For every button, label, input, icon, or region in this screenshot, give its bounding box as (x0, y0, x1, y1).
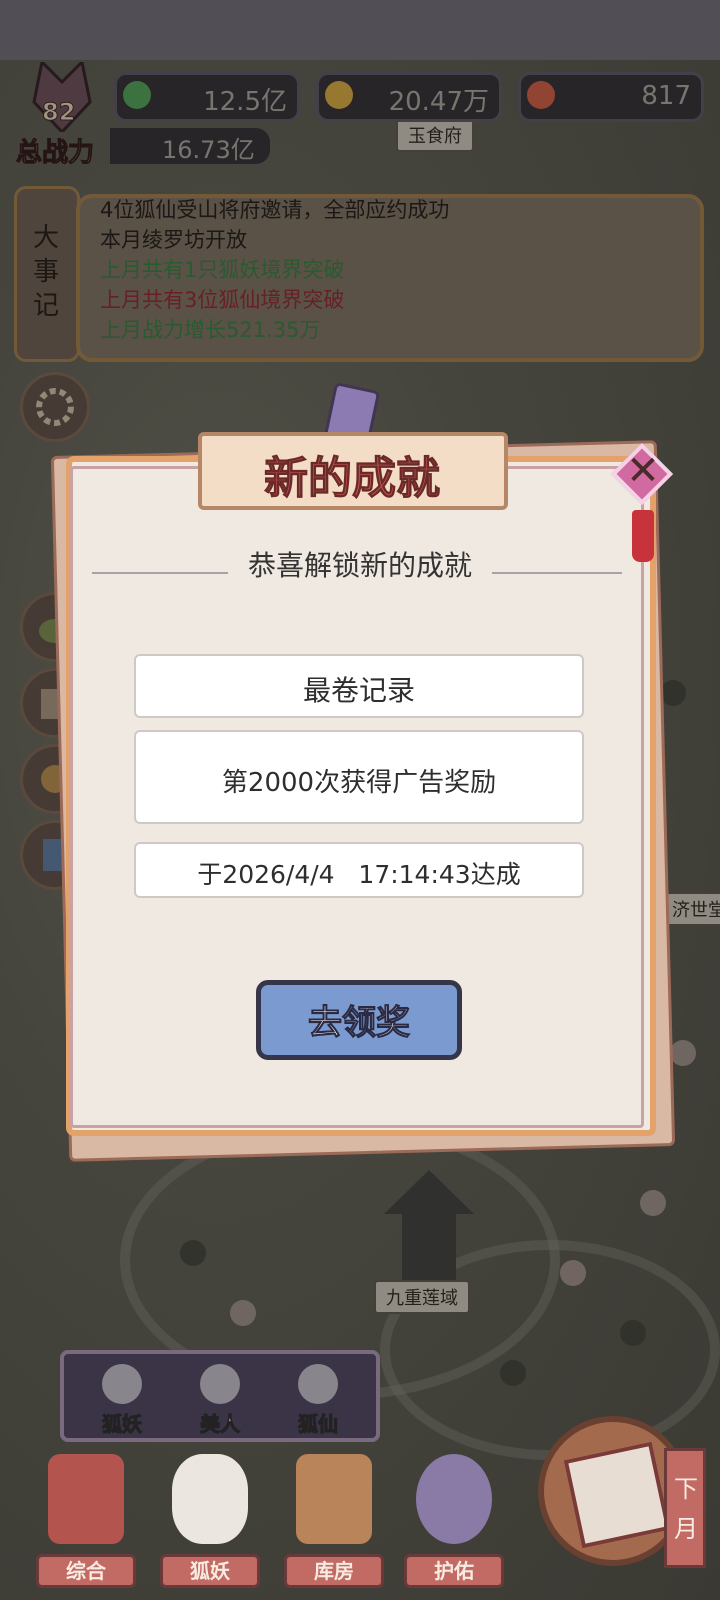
achievement-desc: 第2000次获得广告奖励 (221, 768, 497, 798)
nav-label-box: 狐妖 (160, 1554, 260, 1588)
divider-left (92, 572, 228, 574)
gate-icon (48, 1454, 124, 1544)
nav-label: 护佑 (434, 1559, 474, 1583)
divider-right (492, 572, 622, 574)
nav-fox-demon[interactable]: 狐妖 (160, 1454, 260, 1594)
fox-mask-icon (172, 1454, 248, 1544)
filter-fox-demon[interactable]: 狐妖 (82, 1360, 162, 1437)
next-month-button[interactable]: 下月 (664, 1448, 706, 1568)
calendar-icon (563, 1441, 671, 1549)
beauty-icon (200, 1364, 240, 1404)
filter-beauty[interactable]: 美人 (180, 1360, 260, 1437)
dialog-title-banner: 新的成就 (198, 432, 508, 510)
fox-immortal-icon (298, 1364, 338, 1404)
achievement-time-card: 于2026/4/4 17:14:43达成 (134, 842, 584, 898)
achievement-name: 最卷记录 (302, 674, 415, 707)
next-month-label: 下月 (674, 1475, 698, 1543)
treasure-chest-icon (296, 1454, 372, 1544)
nav-overview[interactable]: 综合 (36, 1454, 136, 1594)
achievement-time: 于2026/4/4 17:14:43达成 (197, 860, 521, 889)
filter-label: 狐仙 (298, 1412, 339, 1437)
filter-fox-immortal[interactable]: 狐仙 (278, 1360, 358, 1437)
category-filter-bar: 狐妖 美人 狐仙 (60, 1350, 380, 1442)
nav-label-box: 综合 (36, 1554, 136, 1588)
achievement-desc-card: 第2000次获得广告奖励 (134, 730, 584, 824)
close-button[interactable]: ✕ (610, 442, 674, 506)
nav-label: 库房 (314, 1559, 354, 1583)
claim-reward-button[interactable]: 去领奖 (256, 980, 462, 1060)
dialog-subtitle: 恭喜解锁新的成就 (247, 549, 472, 582)
fox-demon-icon (102, 1364, 142, 1404)
status-bar (0, 0, 720, 60)
tassel-decoration (632, 510, 654, 562)
nav-label: 狐妖 (190, 1559, 230, 1583)
lotus-icon (416, 1454, 492, 1544)
filter-label: 美人 (200, 1412, 241, 1437)
achievement-name-card: 最卷记录 (134, 654, 584, 718)
nav-storehouse[interactable]: 库房 (284, 1454, 384, 1594)
dialog-title: 新的成就 (264, 453, 441, 505)
claim-reward-label: 去领奖 (308, 1003, 411, 1044)
close-icon: ✕ (626, 448, 660, 494)
nav-label-box: 护佑 (404, 1554, 504, 1588)
nav-label: 综合 (66, 1559, 106, 1583)
nav-label-box: 库房 (284, 1554, 384, 1588)
filter-label: 狐妖 (102, 1412, 143, 1437)
nav-blessing[interactable]: 护佑 (404, 1454, 504, 1594)
